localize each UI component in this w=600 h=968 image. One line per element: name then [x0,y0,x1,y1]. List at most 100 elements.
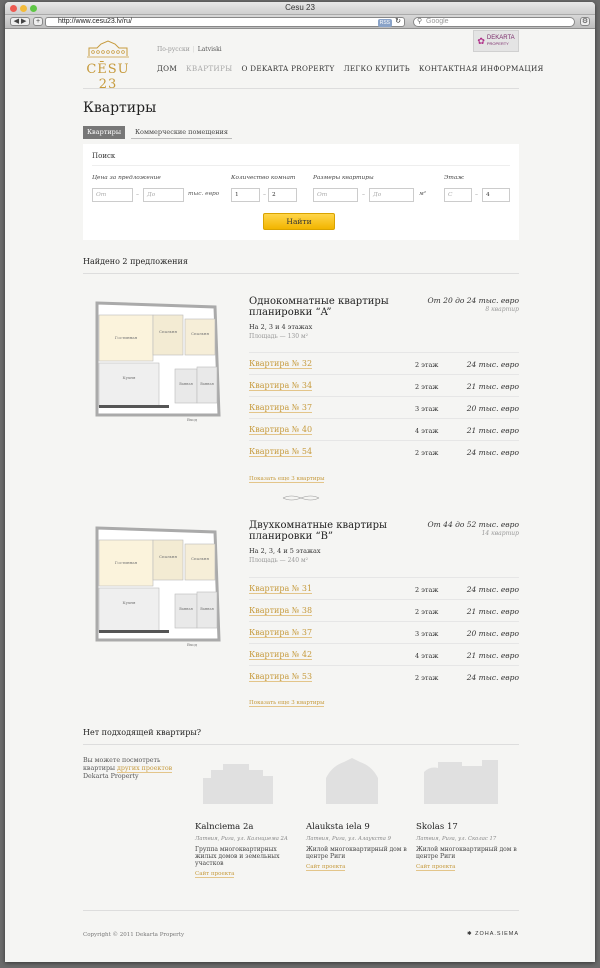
offer-a-count: 8 квартир [485,306,519,313]
table-row[interactable]: Квартира № 42 4 этаж 21 тыс. евро [249,643,519,665]
project-address: Латвия, Рига, ул. Калнциема 2А [195,836,288,842]
settings-icon[interactable]: ⚙ [580,17,590,26]
rooms-from-input[interactable]: 1 [231,188,260,202]
project-site-link[interactable]: Сайт проекта [306,864,346,871]
table-row[interactable]: Квартира № 34 2 этаж 21 тыс. евро [249,374,519,396]
add-bookmark-button[interactable]: + [33,17,43,26]
plan-b-bath1-label: Ванная [179,607,193,611]
nav-contacts[interactable]: КОНТАКТНАЯ ИНФОРМАЦИЯ [419,64,544,73]
offer-b-floors: На 2, 3, 4 и 5 этажах [249,547,321,555]
plan-b-entrance-label: Вход [187,642,198,647]
project-name: Alauksta iela 9 [306,822,370,832]
apartment-link[interactable]: Квартира № 37 [249,403,313,413]
rooms-label: Количество комнат [231,175,296,181]
apartment-floor: 2 этаж [415,383,439,391]
floor-plan-b-image[interactable]: Гостинная Спальня Спальня Кухня Ванная В… [93,522,223,650]
apartment-link[interactable]: Квартира № 40 [249,425,313,435]
table-row[interactable]: Квартира № 53 2 этаж 24 тыс. евро [249,665,519,687]
price-unit: тыс. евро [188,191,220,197]
floor-plan-a-image[interactable]: Гостинная Спальня Спальня Кухня Ванная В… [93,297,223,425]
nav-about[interactable]: О DEKARTA PROPERTY [242,64,335,73]
project-site-link[interactable]: Сайт проекта [195,871,235,878]
table-row[interactable]: Квартира № 32 2 этаж 24 тыс. евро [249,352,519,374]
apartment-floor: 2 этаж [415,449,439,457]
size-to-input[interactable]: До [369,188,414,202]
address-bar[interactable]: http://www.cesu23.lv/ru/ RSS ↻ [45,17,405,27]
search-panel: Поиск Цена за предложение От – До тыс. е… [83,144,519,240]
main-nav: ДОМ КВАРТИРЫ О DEKARTA PROPERTY ЛЕГКО КУ… [157,64,544,73]
offer-b-price: От 44 до 52 тыс. евро [427,520,519,529]
find-button[interactable]: Найти [263,213,335,230]
table-row[interactable]: Квартира № 54 2 этаж 24 тыс. евро [249,440,519,462]
show-more-link[interactable]: Показать еще 3 квартиры [249,476,325,483]
lang-lv[interactable]: Latviski [198,46,222,53]
other-projects-link[interactable]: других проектов [117,765,173,773]
building-silhouette-image [424,760,498,804]
apartment-price: 24 тыс. евро [466,360,519,369]
tab-apartments[interactable]: Квартиры [83,126,125,139]
table-row[interactable]: Квартира № 31 2 этаж 24 тыс. евро [249,577,519,599]
nav-home[interactable]: ДОМ [157,64,177,73]
no-match-note: Вы можете посмотреть квартиры других про… [83,757,193,781]
price-to-input[interactable]: До [143,188,184,202]
plan-b-living-label: Гостинная [115,560,138,565]
reload-icon[interactable]: ↻ [395,18,401,26]
apartment-link[interactable]: Квартира № 37 [249,628,313,638]
offer-b-area: Площадь — 240 м² [249,557,309,564]
apartment-link[interactable]: Квартира № 38 [249,606,313,616]
apartment-floor: 2 этаж [415,608,439,616]
dekarta-badge[interactable]: ✿ DEKARTA PROPERTY [473,30,519,52]
apartment-link[interactable]: Квартира № 54 [249,447,313,457]
footer-brand[interactable]: ✱ ZOHA.SIEMA [467,931,519,937]
project-name: Skolas 17 [416,822,458,832]
apartment-link[interactable]: Квартира № 31 [249,584,313,594]
table-row[interactable]: Квартира № 38 2 этаж 21 тыс. евро [249,599,519,621]
no-match-divider [83,744,519,745]
search-title: Поиск [92,152,116,160]
plan-a-bedroom2-label: Спальня [191,331,209,336]
url-text: http://www.cesu23.lv/ru/ [58,18,132,25]
nav-buy[interactable]: ЛЕГКО КУПИТЬ [344,64,410,73]
rooms-to-input[interactable]: 2 [268,188,297,202]
search-divider [92,165,510,166]
table-row[interactable]: Квартира № 37 3 этаж 20 тыс. евро [249,396,519,418]
plan-a-kitchen-label: Кухня [123,375,136,380]
floor-from-input[interactable]: С [444,188,472,202]
floor-to-input[interactable]: 4 [482,188,510,202]
price-label: Цена за предложение [92,175,161,181]
table-row[interactable]: Квартира № 37 3 этаж 20 тыс. евро [249,621,519,643]
apartment-floor: 4 этаж [415,427,439,435]
asterisk-icon: ✱ [466,931,473,937]
project-card: Alauksta iela 9 Латвия, Рига, ул. Алаукс… [306,756,407,871]
plan-a-bath1-label: Ванная [179,382,193,386]
nav-apartments[interactable]: КВАРТИРЫ [186,64,233,73]
building-silhouette-image [326,758,378,804]
lang-ru[interactable]: По-русски [157,46,190,53]
project-site-link[interactable]: Сайт проекта [416,864,456,871]
apartment-price: 20 тыс. евро [466,629,519,638]
price-from-input[interactable]: От [92,188,133,202]
apartment-link[interactable]: Квартира № 53 [249,672,313,682]
tabs: Квартиры Коммерческие помещения [83,126,232,139]
apartment-link[interactable]: Квартира № 34 [249,381,313,391]
no-match-title: Нет подходящей квартиры? [83,728,202,737]
plan-a-bath2-label: Ванная [200,382,214,386]
apartment-link[interactable]: Квартира № 32 [249,359,313,369]
apartment-floor: 3 этаж [415,405,439,413]
size-dash: – [362,191,365,198]
back-forward-button[interactable]: ◀ ▶ [10,17,30,26]
offer-a-price: От 20 до 24 тыс. евро [427,296,519,305]
apartment-link[interactable]: Квартира № 42 [249,650,313,660]
tab-commercial[interactable]: Коммерческие помещения [131,126,232,139]
search-field[interactable]: ⚲ Google [413,17,575,27]
floor-dash: – [475,191,478,198]
project-address: Латвия, Рига, ул. Сколас 17 [416,836,497,842]
size-label: Размеры квартиры [313,175,374,181]
show-more-link[interactable]: Показать еще 3 квартиры [249,700,325,707]
size-from-input[interactable]: От [313,188,358,202]
plan-b-kitchen-label: Кухня [123,600,136,605]
rss-badge[interactable]: RSS [377,19,392,27]
site-logo[interactable]: CĒSU 23 [83,40,133,92]
partner-sub: PROPERTY [486,41,509,46]
table-row[interactable]: Квартира № 40 4 этаж 21 тыс. евро [249,418,519,440]
